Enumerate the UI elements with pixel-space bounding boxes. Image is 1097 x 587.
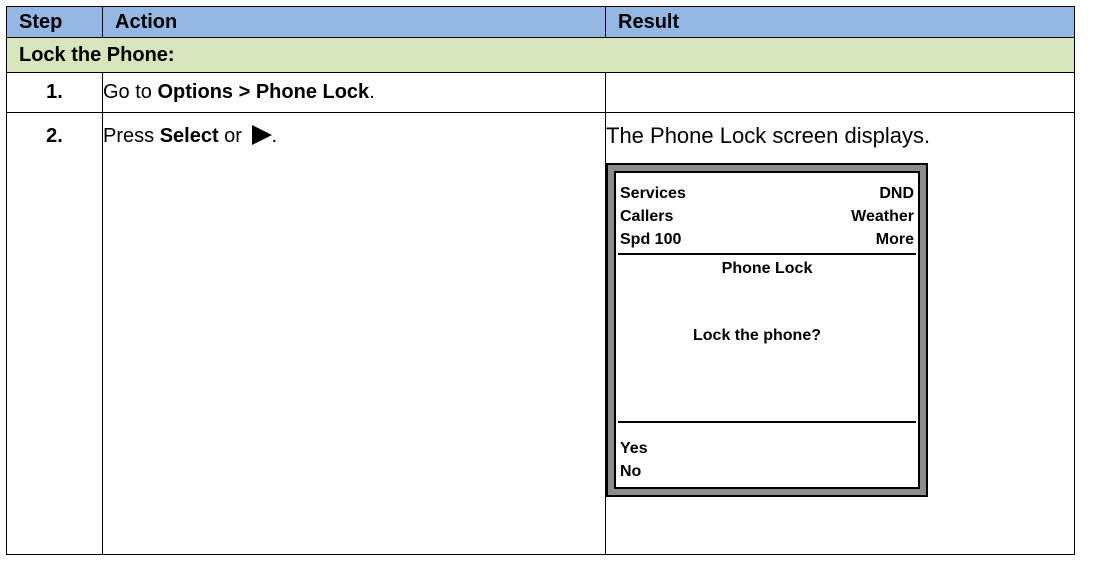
select-key-label: Select: [159, 125, 219, 147]
action-cell: Press Select or .: [102, 112, 606, 555]
result-text: The Phone Lock screen displays.: [606, 123, 931, 148]
softkey-row: Spd 100 More: [620, 231, 914, 249]
softkey-right: Weather: [851, 208, 914, 225]
table-row: 2. Press Select or . The Phone Lock scre…: [6, 112, 1075, 555]
option-no: No: [620, 463, 642, 480]
screen-title: Phone Lock: [721, 260, 813, 277]
softkey-left: Callers: [620, 208, 674, 225]
option-row: Yes: [620, 440, 914, 458]
procedure-table: Step Action Result Lock the Phone: 1. Go…: [6, 6, 1075, 555]
softkey-right: DND: [879, 185, 914, 202]
header-action: Action: [102, 6, 606, 38]
action-suffix: .: [271, 125, 278, 147]
screen-divider: [618, 253, 916, 255]
action-cell: Go to Options > Phone Lock.: [102, 72, 606, 113]
result-cell: The Phone Lock screen displays. Services…: [605, 112, 1075, 555]
header-step: Step: [6, 6, 103, 38]
section-row: Lock the Phone:: [6, 37, 1075, 73]
phone-lcd: Services DND Callers Weather Spd 100 Mor…: [614, 171, 920, 489]
softkey-left: Services: [620, 185, 686, 202]
table-row: 1. Go to Options > Phone Lock.: [6, 72, 1075, 113]
softkey-right: More: [875, 231, 914, 248]
header-row: Step Action Result: [6, 6, 1075, 38]
step-number: 2.: [6, 112, 103, 555]
phone-screen-figure: Services DND Callers Weather Spd 100 Mor…: [606, 163, 928, 497]
action-menu-path: Options > Phone Lock: [157, 81, 370, 103]
action-mid: or: [218, 125, 248, 147]
option-yes: Yes: [620, 440, 648, 457]
softkey-row: Services DND: [620, 185, 914, 203]
step-number: 1.: [6, 72, 103, 113]
header-result: Result: [605, 6, 1075, 38]
right-arrow-icon: [251, 125, 272, 145]
screen-prompt: Lock the phone?: [693, 327, 821, 344]
action-text: Go to: [103, 81, 158, 103]
screen-divider: [618, 421, 916, 423]
action-suffix: .: [369, 81, 375, 103]
result-cell: [605, 72, 1075, 113]
option-row: No: [620, 463, 914, 481]
softkey-left: Spd 100: [620, 231, 682, 248]
section-title: Lock the Phone:: [6, 37, 1075, 73]
action-text: Press: [103, 125, 160, 147]
softkey-row: Callers Weather: [620, 208, 914, 226]
